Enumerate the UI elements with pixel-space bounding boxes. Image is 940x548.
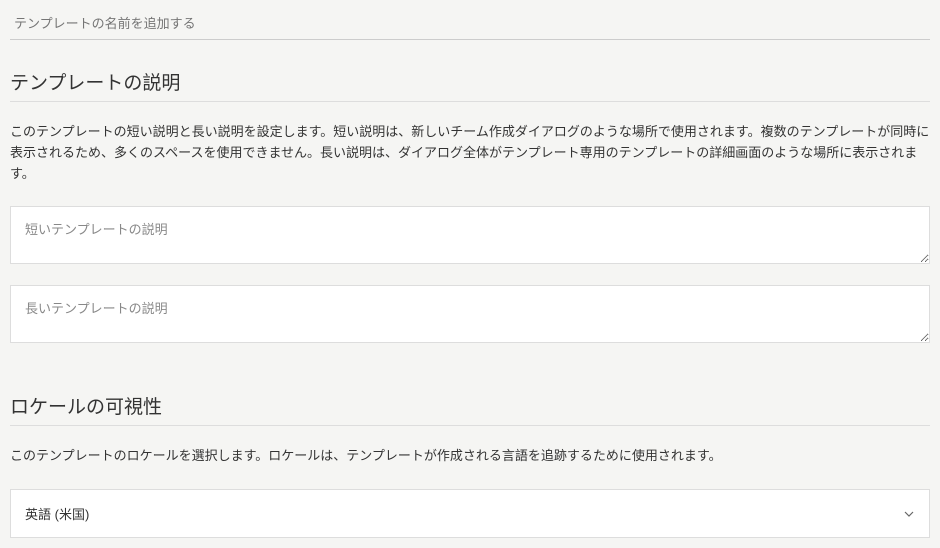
locale-select-wrapper: 英語 (米国)	[10, 489, 930, 538]
locale-selected-value: 英語 (米国)	[25, 504, 89, 523]
chevron-down-icon	[903, 508, 915, 520]
locale-select[interactable]: 英語 (米国)	[10, 489, 930, 538]
long-description-input[interactable]	[10, 285, 930, 343]
template-description-heading: テンプレートの説明	[10, 68, 930, 102]
template-description-help: このテンプレートの短い説明と長い説明を設定します。短い説明は、新しいチーム作成ダ…	[10, 122, 930, 184]
short-description-input[interactable]	[10, 206, 930, 264]
template-name-input[interactable]	[10, 10, 930, 40]
locale-visibility-heading: ロケールの可視性	[10, 392, 930, 426]
locale-visibility-help: このテンプレートのロケールを選択します。ロケールは、テンプレートが作成される言語…	[10, 446, 930, 467]
